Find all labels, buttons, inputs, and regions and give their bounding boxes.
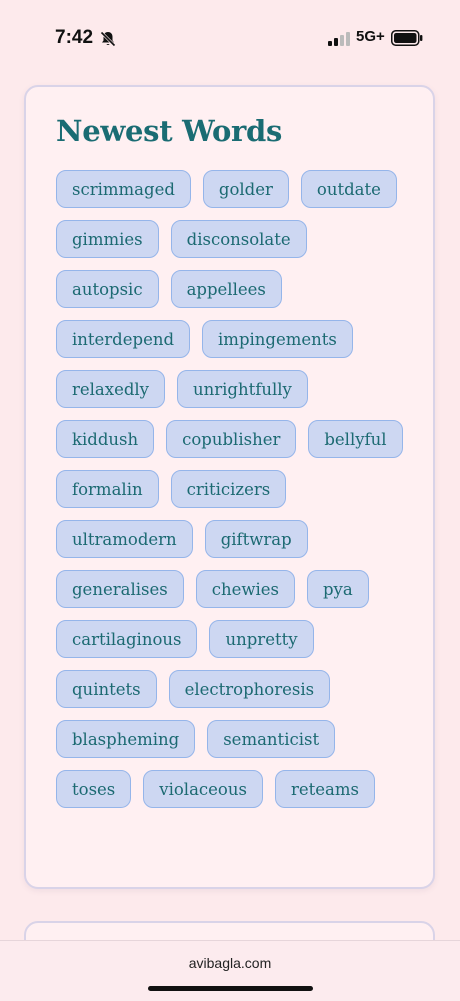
word-chip[interactable]: quintets xyxy=(56,670,157,708)
word-chip[interactable]: criticizers xyxy=(170,470,287,508)
word-chip[interactable]: autopsic xyxy=(56,270,159,308)
bell-muted-icon xyxy=(99,30,117,48)
status-time: 7:42 xyxy=(55,27,94,48)
word-chip[interactable]: ultramodern xyxy=(56,520,193,558)
word-chip[interactable]: semanticist xyxy=(207,720,336,758)
word-chip[interactable]: giftwrap xyxy=(204,520,308,558)
word-chip[interactable]: cartilaginous xyxy=(56,620,198,658)
signal-icon xyxy=(328,31,350,46)
url-label[interactable]: avibagla.com xyxy=(0,955,460,971)
browser-bottom-bar: avibagla.com xyxy=(0,940,460,1001)
word-chip[interactable]: outdate xyxy=(300,170,397,208)
word-chip[interactable]: disconsolate xyxy=(170,220,307,258)
network-label: 5G+ xyxy=(356,28,385,45)
word-chip[interactable]: bellyful xyxy=(308,420,403,458)
word-chip[interactable]: interdepend xyxy=(56,320,191,358)
word-chip[interactable]: pya xyxy=(306,570,369,608)
word-chip[interactable]: unrightfully xyxy=(177,370,308,408)
word-chip[interactable]: appellees xyxy=(170,270,282,308)
word-chip[interactable]: violaceous xyxy=(143,770,263,808)
word-chip[interactable]: generalises xyxy=(56,570,184,608)
word-chip[interactable]: scrimmaged xyxy=(56,170,191,208)
word-chip[interactable]: formalin xyxy=(56,470,159,508)
newest-words-card: Newest Words scrimmaged golder outdate gimm… xyxy=(24,85,435,889)
word-chip[interactable]: blaspheming xyxy=(56,720,196,758)
word-chip[interactable]: electrophoresis xyxy=(168,670,331,708)
word-chip[interactable]: gimmies xyxy=(56,220,159,258)
word-chip[interactable]: toses xyxy=(56,770,132,808)
word-chip[interactable]: copublisher xyxy=(166,420,297,458)
status-bar: 7:42 5G+ xyxy=(0,0,460,80)
word-chip[interactable]: kiddush xyxy=(56,420,155,458)
word-chip[interactable]: chewies xyxy=(195,570,295,608)
word-chip-list: scrimmaged golder outdate gimmies disconsola… xyxy=(56,170,406,808)
word-chip[interactable]: unpretty xyxy=(209,620,314,658)
word-chip[interactable]: impingements xyxy=(202,320,353,358)
battery-icon xyxy=(391,30,423,46)
home-indicator[interactable] xyxy=(148,986,313,991)
word-chip[interactable]: golder xyxy=(202,170,289,208)
word-chip[interactable]: relaxedly xyxy=(56,370,165,408)
card-title: Newest Words xyxy=(56,114,283,148)
word-chip[interactable]: reteams xyxy=(274,770,375,808)
